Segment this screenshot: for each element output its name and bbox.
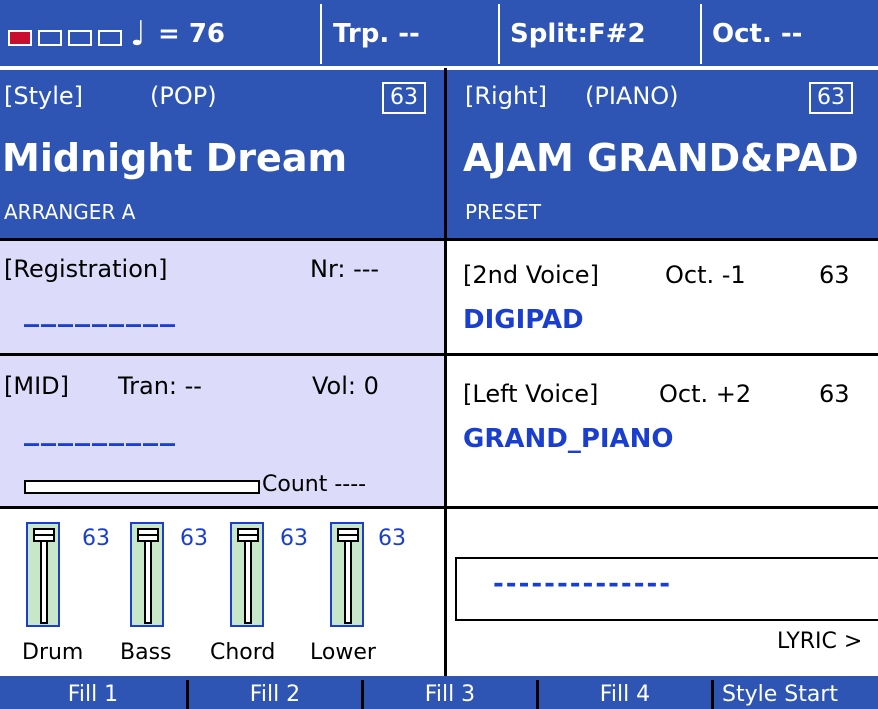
divider xyxy=(498,4,500,64)
style-volume-badge: 63 xyxy=(382,82,426,114)
measure-segment-3 xyxy=(68,30,92,46)
style-panel[interactable]: [Style] (POP) 63 Midnight Dream ARRANGER… xyxy=(0,70,444,238)
right-category: (PIANO) xyxy=(585,82,679,110)
lyric-field[interactable]: -------------- xyxy=(455,557,878,621)
fader-knob[interactable] xyxy=(33,528,55,542)
style-header-label: [Style] xyxy=(4,82,84,110)
split-value[interactable]: Split:F#2 xyxy=(510,0,646,68)
transpose-value[interactable]: Trp. -- xyxy=(333,0,420,68)
fader-label-bass: Bass xyxy=(120,640,172,665)
lyric-label[interactable]: LYRIC > xyxy=(777,629,862,654)
fill-3-button[interactable]: Fill 3 xyxy=(364,676,536,709)
left-voice-panel[interactable]: [Left Voice] Oct. +2 63 GRAND_PIANO xyxy=(447,356,878,506)
fader-label-chord: Chord xyxy=(210,640,276,665)
fill-1-button[interactable]: Fill 1 xyxy=(0,676,186,709)
measure-segment-1 xyxy=(8,30,32,46)
fill-4-button[interactable]: Fill 4 xyxy=(539,676,711,709)
style-sub-label: ARRANGER A xyxy=(4,200,136,224)
registration-value: _________ xyxy=(24,293,177,328)
divider xyxy=(320,4,322,64)
second-voice-label: [2nd Voice] xyxy=(463,261,599,289)
right-sub-label: PRESET xyxy=(465,200,542,224)
fader-track xyxy=(144,534,152,624)
fader-knob[interactable] xyxy=(237,528,259,542)
mid-transpose: Tran: -- xyxy=(118,372,202,400)
fader-value-bass: 63 xyxy=(180,526,208,551)
fader-chord[interactable] xyxy=(230,522,264,627)
registration-panel[interactable]: [Registration] Nr: --- _________ xyxy=(0,241,444,353)
fader-label-lower: Lower xyxy=(310,640,376,665)
lyric-value: -------------- xyxy=(493,569,673,599)
right-voice-panel[interactable]: [Right] (PIANO) 63 AJAM GRAND&PAD PRESET xyxy=(447,70,878,238)
mid-value: _________ xyxy=(24,412,177,447)
measure-segment-2 xyxy=(38,30,62,46)
right-voice-name: AJAM GRAND&PAD xyxy=(463,136,859,180)
style-category: (POP) xyxy=(150,82,217,110)
mid-progress-bar xyxy=(24,480,260,494)
fader-track xyxy=(344,534,352,624)
second-voice-volume: 63 xyxy=(819,261,850,289)
second-voice-octave: Oct. -1 xyxy=(665,261,746,289)
mid-count: Count ---- xyxy=(262,472,367,497)
octave-value[interactable]: Oct. -- xyxy=(712,0,802,68)
left-voice-name: GRAND_PIANO xyxy=(463,424,674,454)
fader-bass[interactable] xyxy=(130,522,164,627)
measure-segment-4 xyxy=(98,30,122,46)
fader-drum[interactable] xyxy=(26,522,60,627)
fader-value-drum: 63 xyxy=(82,526,110,551)
registration-label: [Registration] xyxy=(4,255,168,283)
fader-knob[interactable] xyxy=(137,528,159,542)
fader-value-chord: 63 xyxy=(280,526,308,551)
status-bar: ♩ = 76 Trp. -- Split:F#2 Oct. -- xyxy=(0,0,878,68)
style-start-button[interactable]: Style Start xyxy=(714,676,878,709)
style-name: Midnight Dream xyxy=(2,136,348,180)
registration-number: Nr: --- xyxy=(310,255,380,283)
tempo-value[interactable]: = 76 xyxy=(158,0,225,68)
fader-lower[interactable] xyxy=(330,522,364,627)
second-voice-name: DIGIPAD xyxy=(463,305,584,335)
right-volume-badge: 63 xyxy=(809,82,853,114)
right-header-label: [Right] xyxy=(465,82,547,110)
fader-knob[interactable] xyxy=(337,528,359,542)
fader-value-lower: 63 xyxy=(378,526,406,551)
left-voice-octave: Oct. +2 xyxy=(659,380,752,408)
mid-label: [MID] xyxy=(4,372,69,400)
fill-2-button[interactable]: Fill 2 xyxy=(189,676,361,709)
softkey-bar: Fill 1 Fill 2 Fill 3 Fill 4 Style Start xyxy=(0,676,878,709)
fader-track xyxy=(40,534,48,624)
second-voice-panel[interactable]: [2nd Voice] Oct. -1 63 DIGIPAD xyxy=(447,241,878,353)
fader-track xyxy=(244,534,252,624)
lyric-panel: -------------- LYRIC > xyxy=(447,509,878,676)
divider xyxy=(700,4,702,64)
mid-panel[interactable]: [MID] Tran: -- Vol: 0 _________ Count --… xyxy=(0,356,444,506)
note-icon: ♩ xyxy=(130,14,147,54)
left-voice-label: [Left Voice] xyxy=(463,380,599,408)
fader-label-drum: Drum xyxy=(22,640,84,665)
left-voice-volume: 63 xyxy=(819,380,850,408)
mid-volume: Vol: 0 xyxy=(312,372,379,400)
